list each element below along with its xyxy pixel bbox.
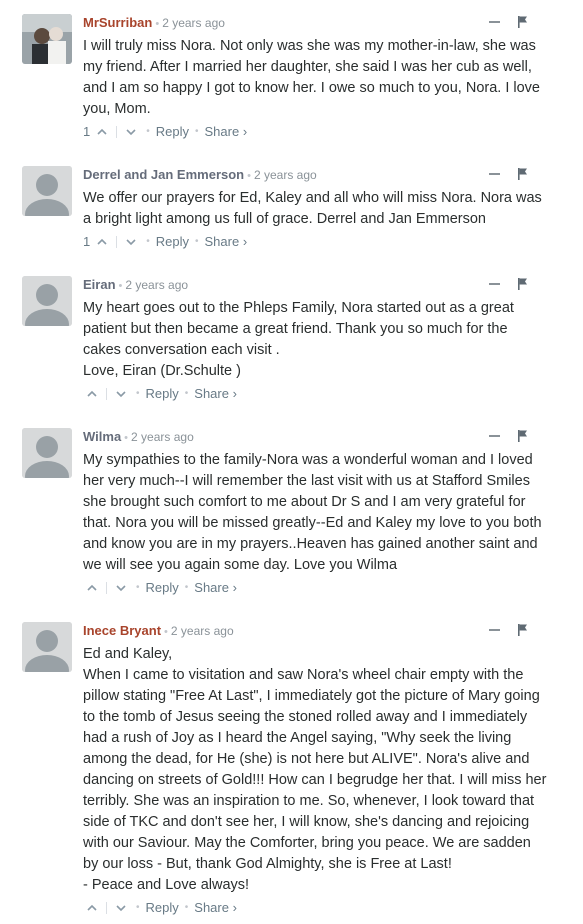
- meta-bullet: •: [124, 432, 129, 444]
- default-avatar-icon: [22, 276, 72, 326]
- default-avatar-icon: [22, 166, 72, 216]
- timestamp[interactable]: 2 years ago: [254, 168, 317, 182]
- comment-paragraph: Love, Eiran (Dr.Schulte ): [83, 363, 241, 379]
- comment-footer: 1 • Reply • Share ›: [83, 124, 247, 140]
- comment-paragraph: - Peace and Love always!: [83, 877, 250, 893]
- flag-icon[interactable]: [517, 429, 529, 443]
- flag-icon[interactable]: [517, 277, 529, 291]
- comment-paragraph: I will truly miss Nora. Not only was she…: [83, 38, 540, 117]
- comment-thread: MrSurriban • 2 years ago I will truly miss…: [0, 0, 583, 924]
- avatar[interactable]: [22, 166, 72, 216]
- avatar[interactable]: [22, 14, 72, 64]
- collapse-icon[interactable]: [489, 167, 501, 181]
- footer-bullet: •: [146, 126, 150, 137]
- downvote-icon[interactable]: [116, 389, 126, 399]
- upvote-icon[interactable]: [87, 583, 97, 593]
- timestamp[interactable]: 2 years ago: [171, 624, 234, 638]
- timestamp[interactable]: 2 years ago: [125, 278, 188, 292]
- upvote-icon[interactable]: [97, 237, 107, 247]
- flag-icon[interactable]: [517, 623, 529, 637]
- comment-body: We offer our prayers for Ed, Kaley and a…: [83, 188, 548, 230]
- share-button[interactable]: Share ›: [205, 124, 248, 140]
- avatar[interactable]: [22, 622, 72, 672]
- default-avatar-icon: [22, 622, 72, 672]
- collapse-icon[interactable]: [489, 429, 501, 443]
- share-button[interactable]: Share ›: [205, 234, 248, 250]
- flag-icon[interactable]: [517, 15, 529, 29]
- vote-divider: [106, 388, 107, 400]
- footer-bullet: •: [136, 582, 140, 593]
- downvote-icon[interactable]: [116, 583, 126, 593]
- meta-bullet: •: [164, 626, 168, 638]
- footer-bullet: •: [184, 388, 189, 399]
- comment-footer: • Reply • Share ›: [83, 580, 237, 596]
- downvote-icon[interactable]: [126, 237, 136, 247]
- flag-icon[interactable]: [517, 167, 529, 181]
- vote-divider: [106, 902, 107, 914]
- footer-bullet: •: [184, 582, 189, 593]
- vote-divider: [116, 126, 118, 138]
- comment-footer: • Reply • Share ›: [83, 386, 237, 402]
- default-avatar-icon: [22, 428, 72, 478]
- meta-bullet: •: [118, 280, 123, 292]
- footer-bullet: •: [195, 236, 199, 247]
- upvote-icon[interactable]: [87, 903, 97, 913]
- meta-bullet: •: [247, 170, 251, 182]
- reply-button[interactable]: Reply: [156, 234, 189, 250]
- author-name[interactable]: Eiran: [83, 277, 116, 292]
- footer-bullet: •: [136, 902, 140, 913]
- footer-bullet: •: [184, 902, 189, 913]
- share-button[interactable]: Share ›: [194, 900, 237, 916]
- downvote-icon[interactable]: [116, 903, 126, 913]
- comment-body: Ed and Kaley, When I came to visitation …: [83, 644, 548, 896]
- reply-button[interactable]: Reply: [146, 900, 179, 916]
- avatar[interactable]: [22, 428, 72, 478]
- collapse-icon[interactable]: [489, 277, 501, 291]
- vote-divider: [106, 582, 107, 594]
- vote-divider: [116, 236, 118, 248]
- avatar[interactable]: [22, 276, 72, 326]
- comment-paragraph: Ed and Kaley,: [83, 646, 173, 662]
- comment-header: Eiran • 2 years ago: [83, 276, 188, 294]
- comment-paragraph: My sympathies to the family-Nora was a w…: [83, 452, 542, 573]
- downvote-icon[interactable]: [126, 127, 136, 137]
- comment-body: My heart goes out to the Phleps Family, …: [83, 298, 548, 382]
- collapse-icon[interactable]: [489, 15, 501, 29]
- author-name[interactable]: Wilma: [83, 429, 121, 444]
- footer-bullet: •: [146, 236, 150, 247]
- comment-footer: • Reply • Share ›: [83, 900, 237, 916]
- comment-paragraph: We offer our prayers for Ed, Kaley and a…: [83, 190, 542, 227]
- footer-bullet: •: [136, 388, 140, 399]
- upvote-icon[interactable]: [87, 389, 97, 399]
- timestamp[interactable]: 2 years ago: [162, 16, 225, 30]
- comment-header: Derrel and Jan Emmerson • 2 years ago: [83, 166, 317, 184]
- upvote-icon[interactable]: [97, 127, 107, 137]
- timestamp[interactable]: 2 years ago: [131, 430, 194, 444]
- comment-header: Wilma • 2 years ago: [83, 428, 194, 446]
- reply-button[interactable]: Reply: [146, 580, 179, 596]
- author-name[interactable]: Inece Bryant: [83, 623, 161, 638]
- upvote-count: 1: [83, 234, 91, 249]
- reply-button[interactable]: Reply: [146, 386, 179, 402]
- comment-header: MrSurriban • 2 years ago: [83, 14, 225, 32]
- comment-header: Inece Bryant • 2 years ago: [83, 622, 234, 640]
- collapse-icon[interactable]: [489, 623, 501, 637]
- reply-button[interactable]: Reply: [156, 124, 189, 140]
- meta-bullet: •: [155, 18, 160, 30]
- author-name[interactable]: Derrel and Jan Emmerson: [83, 167, 244, 182]
- footer-bullet: •: [195, 126, 199, 137]
- comment-paragraph: My heart goes out to the Phleps Family, …: [83, 300, 514, 358]
- upvote-count: 1: [83, 124, 91, 139]
- share-button[interactable]: Share ›: [194, 386, 237, 402]
- photo-avatar: [22, 14, 72, 64]
- comment-footer: 1 • Reply • Share ›: [83, 234, 247, 250]
- comment-body: I will truly miss Nora. Not only was she…: [83, 36, 548, 120]
- author-name[interactable]: MrSurriban: [83, 15, 152, 30]
- comment-paragraph: When I came to visitation and saw Nora's…: [83, 667, 547, 872]
- comment-body: My sympathies to the family-Nora was a w…: [83, 450, 548, 576]
- share-button[interactable]: Share ›: [194, 580, 237, 596]
